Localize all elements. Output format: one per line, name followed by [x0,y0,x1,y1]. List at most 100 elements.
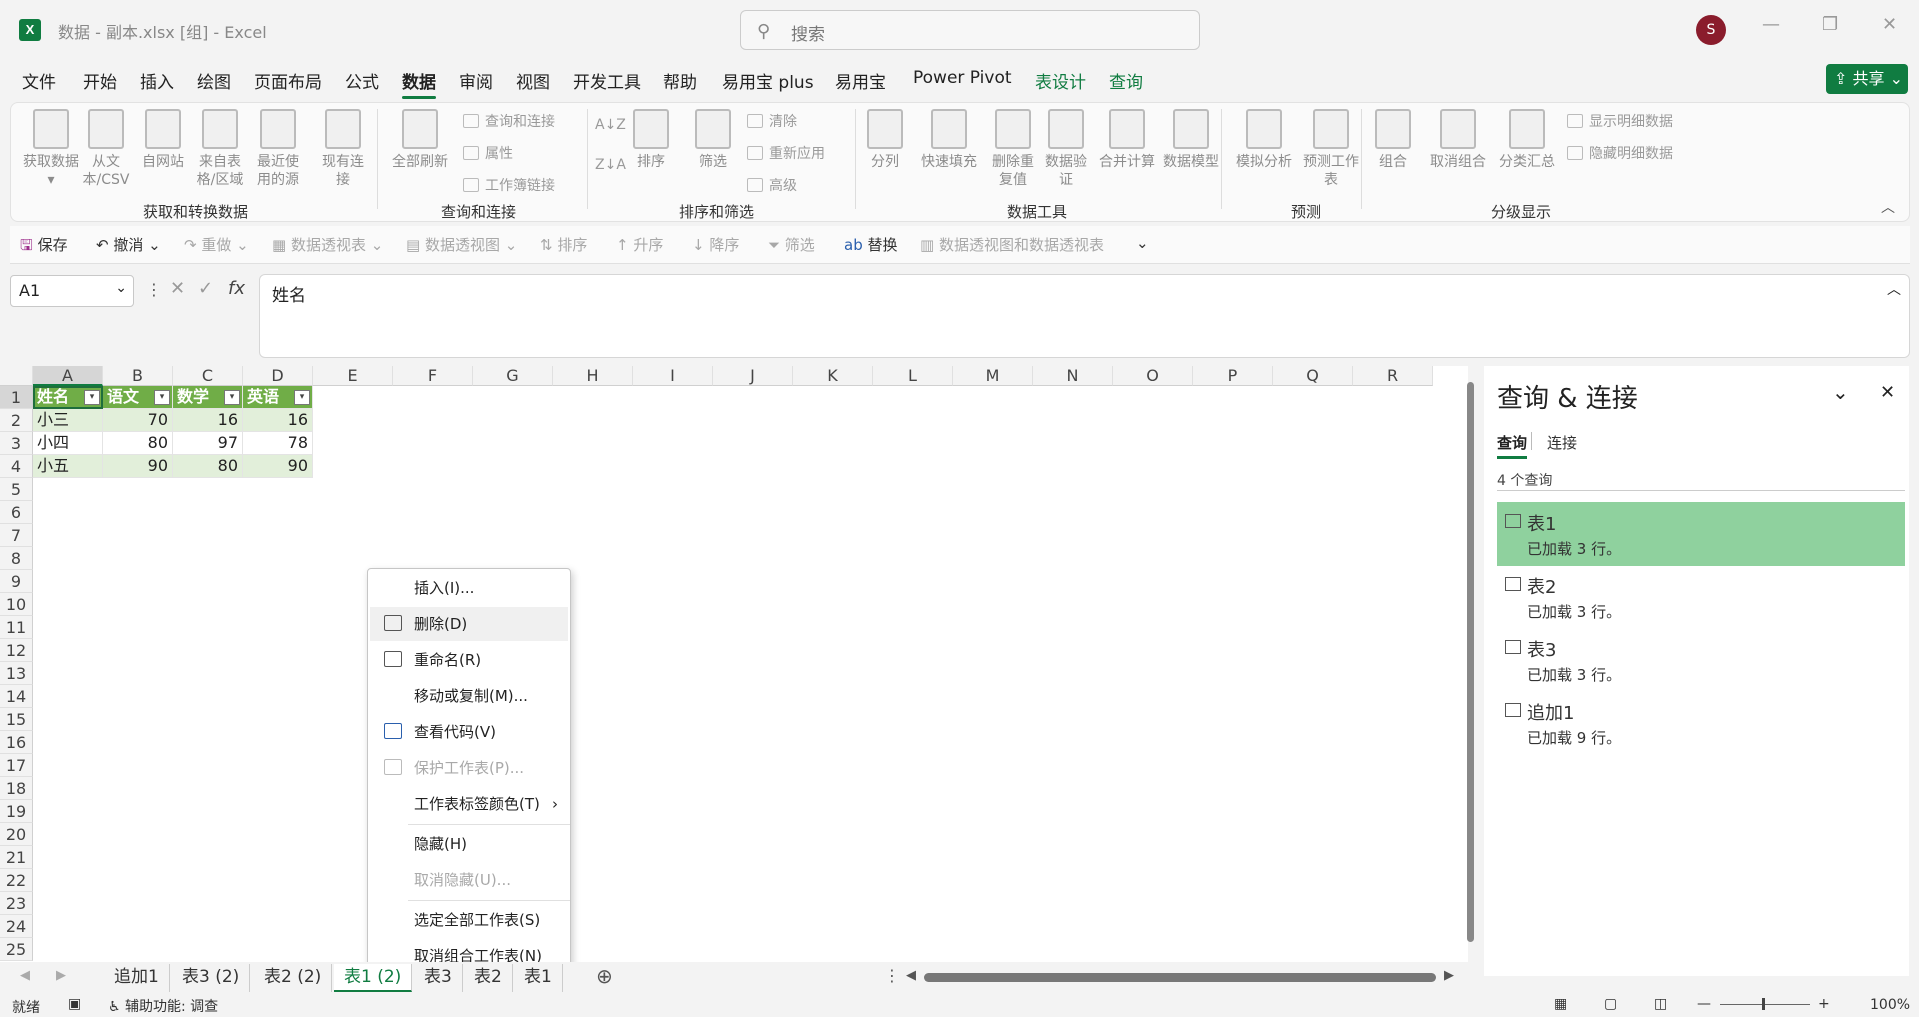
select-all-corner[interactable] [0,366,33,386]
zoom-slider[interactable] [1720,1004,1810,1005]
sheet-tab[interactable]: 表1 [514,964,563,992]
qat-sort-button[interactable]: ⇅ 排序 [540,234,587,255]
minimize-button[interactable]: — [1762,14,1780,35]
column-header[interactable]: A [33,366,103,386]
group-button[interactable]: 组合 [1371,109,1415,171]
qat-pivot-chart-button[interactable]: ▤ 数据透视图 ⌄ [406,234,517,255]
filter-dropdown-icon[interactable]: ▾ [154,390,170,405]
row-header[interactable]: 14 [0,685,33,708]
column-header[interactable]: J [713,366,793,386]
menu-formulas[interactable]: 公式 [345,68,379,93]
ctx-view-code[interactable]: 查看代码(V) [370,715,568,749]
qat-undo-button[interactable]: ↶ 撤消 ⌄ [96,234,161,255]
table-cell[interactable]: 16 [173,409,243,432]
table-cell[interactable]: 90 [243,455,313,478]
table-header-cell[interactable]: 数学 ▾ [173,386,243,409]
table-cell[interactable]: 90 [103,455,173,478]
avatar[interactable]: S [1696,15,1726,45]
ctx-delete[interactable]: 删除(D) [370,607,568,641]
filter-dropdown-icon[interactable]: ▾ [84,390,100,405]
flash-fill-button[interactable]: 快速填充 [917,109,981,171]
ctx-unhide[interactable]: 取消隐藏(U)... [370,863,568,897]
pane-options-icon[interactable]: ⌄ [1832,380,1849,404]
ctx-hide[interactable]: 隐藏(H) [370,827,568,861]
column-header[interactable]: R [1353,366,1433,386]
split-handle-icon[interactable]: ⋮ [884,966,900,985]
column-header[interactable]: B [103,366,173,386]
ctx-select-all-sheets[interactable]: 选定全部工作表(S) [370,903,568,937]
zoom-out-icon[interactable]: — [1697,996,1711,1012]
row-header[interactable]: 23 [0,892,33,915]
row-header[interactable]: 4 [0,455,33,478]
menu-view[interactable]: 视图 [516,68,550,93]
cancel-icon[interactable]: ✕ [170,278,185,299]
sheet-tab-active[interactable]: 表1 (2) [334,964,413,992]
consolidate-button[interactable]: 合并计算 [1095,109,1159,171]
row-header[interactable]: 19 [0,800,33,823]
qat-pivot-button[interactable]: ▦ 数据透视表 ⌄ [272,234,383,255]
close-window-button[interactable]: ✕ [1882,14,1897,35]
from-csv-button[interactable]: 从文本/CSV [81,109,131,189]
refresh-all-button[interactable]: 全部刷新 [387,109,453,171]
menu-query[interactable]: 查询 [1109,68,1143,93]
menu-yiyongbao-plus[interactable]: 易用宝 plus [722,68,814,93]
row-header[interactable]: 1 [0,386,33,409]
advanced-button[interactable]: 高级 [747,175,797,195]
page-break-view-icon[interactable]: ◫ [1654,996,1667,1012]
show-detail-button[interactable]: 显示明细数据 [1567,111,1673,131]
table-header-cell[interactable]: 英语 ▾ [243,386,313,409]
column-header[interactable]: L [873,366,953,386]
query-item[interactable]: 表1 已加载 3 行。 [1497,502,1905,566]
share-button[interactable]: ⇪ 共享 ⌄ [1826,64,1908,94]
menu-home[interactable]: 开始 [83,68,117,93]
menu-developer[interactable]: 开发工具 [573,68,641,93]
next-sheet-icon[interactable]: ▶ [56,968,66,983]
close-pane-icon[interactable]: ✕ [1880,382,1895,403]
scroll-left-icon[interactable]: ◀ [906,968,916,983]
zoom-slider-thumb[interactable] [1762,998,1765,1010]
column-header[interactable]: D [243,366,313,386]
text-to-columns-button[interactable]: 分列 [863,109,907,171]
name-box[interactable]: A1 ⌄ [10,275,134,307]
column-header[interactable]: N [1033,366,1113,386]
sheet-tab[interactable]: 表2 [464,964,513,992]
ctx-rename[interactable]: 重命名(R) [370,643,568,677]
sort-button[interactable]: 排序 [629,109,673,171]
menu-power-pivot[interactable]: Power Pivot [913,68,1012,88]
row-header[interactable]: 24 [0,915,33,938]
worksheet-grid[interactable]: ABCDEFGHIJKLMNOPQR 1 2 3 4 5 6 7 8 9 10 11 12 13 14 15… [0,366,1474,964]
recent-sources-button[interactable]: 最近使用的源 [251,109,305,189]
row-header[interactable]: 7 [0,524,33,547]
ungroup-button[interactable]: 取消组合 [1423,109,1493,171]
table-cell[interactable]: 小三 [33,409,103,432]
from-table-button[interactable]: 来自表格/区域 [193,109,247,189]
collapse-ribbon-icon[interactable]: ︿ [1881,197,1895,217]
enter-icon[interactable]: ✓ [198,278,213,299]
hide-detail-button[interactable]: 隐藏明细数据 [1567,143,1673,163]
reapply-button[interactable]: 重新应用 [747,143,825,163]
table-header-cell[interactable]: 语文 ▾ [103,386,173,409]
sheet-tab[interactable]: 追加1 [104,964,170,992]
sheet-tab[interactable]: 表3 (2) [172,964,251,992]
column-header[interactable]: H [553,366,633,386]
column-header[interactable]: P [1193,366,1273,386]
normal-view-icon[interactable]: ▦ [1554,996,1567,1012]
row-header[interactable]: 25 [0,938,33,961]
menu-insert[interactable]: 插入 [140,68,174,93]
menu-file[interactable]: 文件 [22,68,56,93]
row-header[interactable]: 11 [0,616,33,639]
row-header[interactable]: 3 [0,432,33,455]
row-header[interactable]: 9 [0,570,33,593]
vertical-scroll-thumb[interactable] [1467,382,1474,942]
sheet-tab[interactable]: 表3 [414,964,463,992]
page-layout-view-icon[interactable]: ▢ [1604,996,1617,1012]
menu-page-layout[interactable]: 页面布局 [254,68,322,93]
properties-button[interactable]: 属性 [463,143,513,163]
qat-asc-button[interactable]: ↑ 升序 [616,234,663,255]
macro-record-icon[interactable]: ▣ [68,996,81,1012]
ctx-protect[interactable]: 保护工作表(P)... [370,751,568,785]
table-cell[interactable]: 78 [243,432,313,455]
qat-filter-button[interactable]: ⏷ 筛选 [768,234,815,255]
from-web-button[interactable]: 自网站 [141,109,185,171]
qat-customize-icon[interactable]: ⌄ [1136,234,1149,252]
